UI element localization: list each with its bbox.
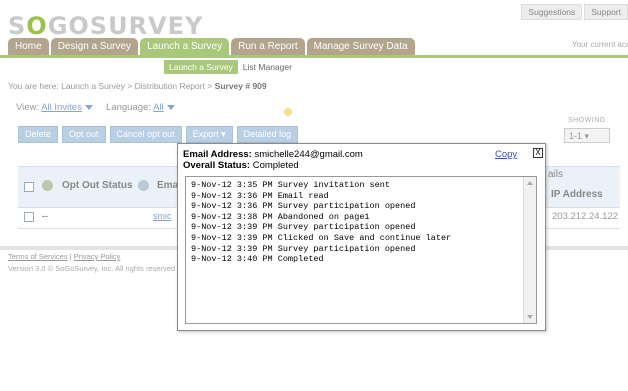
export-button[interactable]: Export ▾ — [185, 126, 233, 143]
col-ip-address[interactable]: IP Address — [551, 189, 603, 200]
terms-link[interactable]: Terms of Services — [8, 252, 68, 261]
col-opt-out-status[interactable]: Opt Out Status — [62, 180, 133, 191]
logo-suffix: GOSURVEY — [47, 12, 204, 40]
row-opt-out-status: -- — [42, 211, 48, 221]
sub-nav: Launch a Survey List Manager — [164, 60, 297, 74]
breadcrumb: You are here: Launch a Survey > Distribu… — [8, 81, 267, 91]
support-link[interactable]: Support — [584, 4, 628, 20]
scroll-up-icon[interactable] — [527, 181, 533, 185]
log-line: 9-Nov-12 3:36 PM Email read — [191, 190, 329, 201]
view-label: View: — [16, 102, 40, 113]
cancel-opt-out-button[interactable]: Cancel opt out — [109, 126, 182, 143]
logo: SOGOSURVEY — [8, 12, 203, 40]
showing-label: SHOWING — [568, 117, 606, 124]
footer-version: Version 3.0 © SoGoSurvey, Inc. All right… — [8, 264, 176, 273]
email-icon — [138, 180, 149, 191]
status-label: Overall Status: — [183, 160, 251, 171]
log-lines: 9-Nov-12 3:35 PM Survey invitation sent … — [191, 180, 451, 265]
status-value: Completed — [252, 160, 299, 171]
tab-manage-data[interactable]: Manage Survey Data — [306, 38, 415, 55]
col-details: ails — [548, 169, 564, 180]
footer-links: Terms of Services | Privacy Policy — [8, 252, 120, 261]
main-nav: Home Design a Survey Launch a Survey Run… — [8, 38, 417, 55]
view-select[interactable]: All Invites — [41, 102, 82, 113]
chevron-down-icon[interactable] — [166, 104, 175, 110]
log-textarea[interactable]: 9-Nov-12 3:35 PM Survey invitation sent … — [185, 176, 537, 324]
row-checkbox[interactable] — [24, 212, 34, 222]
detailed-log-button[interactable]: Detailed log — [236, 126, 299, 143]
footer-sep: | — [69, 252, 72, 261]
current-account-text: Your current acc — [572, 40, 628, 49]
tab-run-report[interactable]: Run a Report — [231, 38, 305, 55]
detailed-log-dialog: Email Address: smichelle244@gmail.com Ov… — [177, 143, 546, 331]
action-toolbar: Delete Opt out Cancel opt out Export ▾ D… — [18, 126, 302, 143]
log-line: 9-Nov-12 3:40 PM Completed — [191, 254, 324, 265]
row-ip: 203.212.24.122 — [552, 211, 619, 222]
close-icon[interactable]: X — [533, 148, 543, 158]
delete-button[interactable]: Delete — [18, 126, 59, 143]
log-line: 9-Nov-12 3:35 PM Survey invitation sent — [191, 180, 390, 190]
filter-row: View: All Invites Language: All — [16, 102, 175, 113]
email-label: Email Address: — [183, 149, 252, 160]
privacy-link[interactable]: Privacy Policy — [74, 252, 121, 261]
log-line: 9-Nov-12 3:39 PM Clicked on Save and con… — [191, 232, 452, 243]
log-scrollbar[interactable] — [523, 177, 536, 323]
top-links: Suggestions Support — [519, 4, 628, 20]
breadcrumb-current: Survey # 909 — [214, 81, 267, 91]
breadcrumb-path[interactable]: You are here: Launch a Survey > Distribu… — [8, 81, 215, 91]
log-line: 9-Nov-12 3:36 PM Survey participation op… — [191, 201, 416, 212]
tab-design-survey[interactable]: Design a Survey — [50, 38, 139, 55]
lightbulb-icon — [284, 108, 292, 116]
log-line: 9-Nov-12 3:39 PM Survey participation op… — [191, 243, 416, 254]
showing-value: 1-1 — [569, 131, 583, 141]
export-label: Export — [192, 129, 219, 139]
logo-o: O — [26, 12, 48, 40]
tab-launch-survey[interactable]: Launch a Survey — [140, 38, 230, 55]
language-label: Language: — [106, 102, 151, 113]
status-row: Overall Status: Completed — [183, 160, 299, 171]
email-row: Email Address: smichelle244@gmail.com — [183, 149, 363, 160]
email-value: smichelle244@gmail.com — [254, 149, 363, 160]
select-all-checkbox[interactable] — [24, 182, 34, 192]
showing-select[interactable]: 1-1 ▾ — [564, 128, 610, 143]
language-select[interactable]: All — [153, 102, 164, 113]
log-line: 9-Nov-12 3:39 PM Survey participation op… — [191, 222, 416, 233]
scroll-down-icon[interactable] — [527, 315, 533, 319]
opt-out-icon — [42, 180, 53, 191]
logo-prefix: S — [8, 12, 27, 40]
copy-link[interactable]: Copy — [495, 149, 517, 160]
tab-home[interactable]: Home — [8, 38, 49, 55]
row-email[interactable]: smic — [153, 211, 172, 221]
subnav-launch-survey[interactable]: Launch a Survey — [164, 60, 238, 74]
chevron-down-icon[interactable] — [84, 104, 93, 110]
suggestions-link[interactable]: Suggestions — [521, 4, 583, 20]
opt-out-button[interactable]: Opt out — [62, 126, 106, 143]
subnav-list-manager[interactable]: List Manager — [238, 60, 297, 74]
nav-divider — [0, 55, 628, 58]
log-line: 9-Nov-12 3:38 PM Abandoned on page1 — [191, 211, 370, 222]
